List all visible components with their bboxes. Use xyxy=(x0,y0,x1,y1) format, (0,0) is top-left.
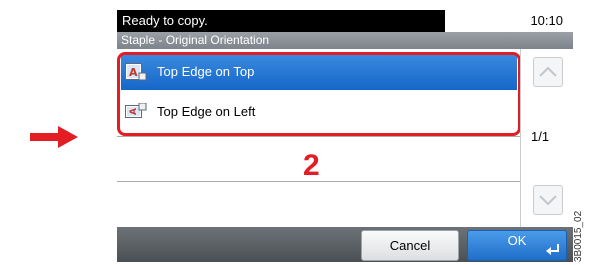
copier-panel: Ready to copy. 10:10 Staple - Original O… xyxy=(117,10,573,262)
enter-icon xyxy=(546,244,559,255)
bottom-action-bar: Cancel OK xyxy=(117,227,573,262)
status-bar: Ready to copy. 10:10 xyxy=(117,10,573,32)
chevron-up-icon xyxy=(539,66,557,77)
status-time: 10:10 xyxy=(530,13,563,28)
ok-label: OK xyxy=(507,233,527,248)
scroll-up-button[interactable] xyxy=(533,57,563,87)
ok-button[interactable]: OK xyxy=(467,230,567,261)
reference-code: 3B0015_02 xyxy=(573,210,584,262)
callout-highlight-frame xyxy=(117,52,521,136)
list-divider xyxy=(117,136,520,137)
scroll-down-button[interactable] xyxy=(533,185,563,215)
cancel-button[interactable]: Cancel xyxy=(361,230,459,261)
page-indicator: 1/1 xyxy=(531,129,550,144)
pointer-arrow-icon xyxy=(30,126,78,148)
option-list: A Top Edge on Top A Top Edge on Left 2 xyxy=(117,49,521,227)
chevron-down-icon xyxy=(539,195,557,206)
callout-step-number: 2 xyxy=(303,149,320,182)
status-message: Ready to copy. xyxy=(117,10,445,32)
scroll-column: 1/1 xyxy=(520,49,573,227)
screen-title: Staple - Original Orientation xyxy=(117,32,573,49)
